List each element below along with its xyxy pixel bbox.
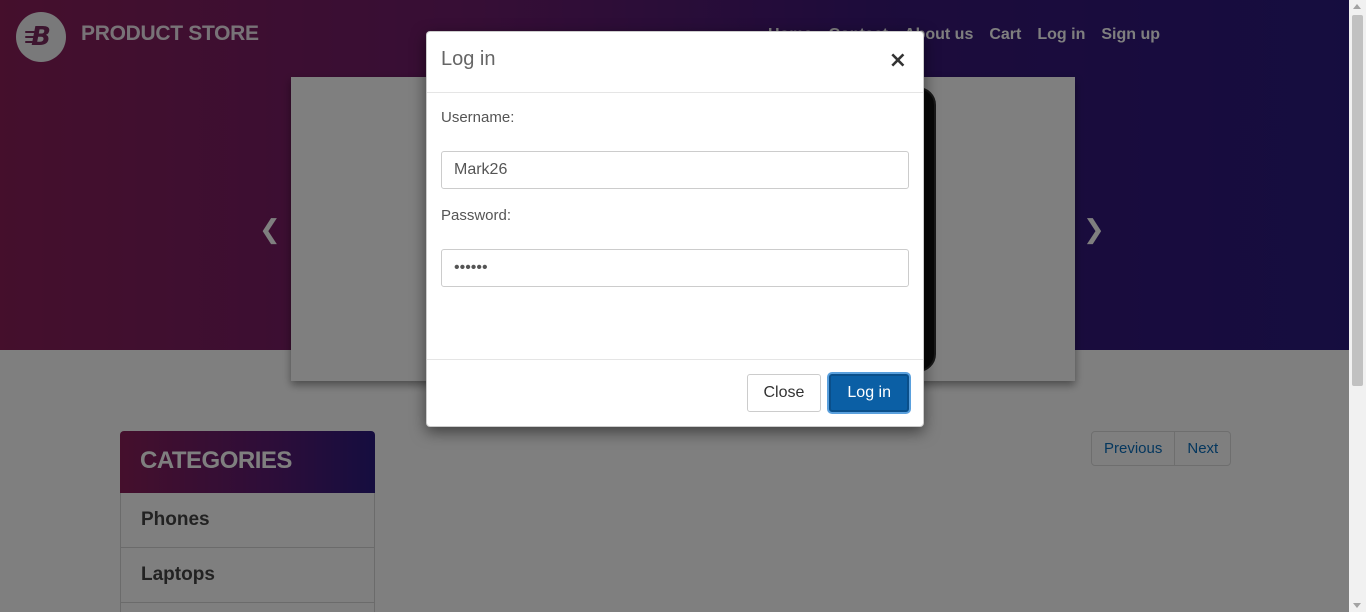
password-input[interactable] [441, 249, 909, 287]
scroll-down-icon[interactable] [1353, 603, 1361, 608]
close-icon[interactable]: × [889, 50, 907, 72]
modal-header: Log in × [427, 32, 923, 93]
username-label: Username: [441, 109, 515, 126]
modal-title: Log in [441, 48, 496, 70]
modal-body: Username: Password: [427, 93, 923, 359]
username-input[interactable] [441, 151, 909, 189]
close-button[interactable]: Close [746, 374, 822, 412]
scrollbar-thumb[interactable] [1352, 15, 1363, 386]
page-scrollbar[interactable] [1349, 0, 1366, 612]
login-modal: Log in × Username: Password: Close Log i… [426, 31, 924, 427]
scroll-up-icon[interactable] [1353, 4, 1361, 9]
password-label: Password: [441, 207, 512, 224]
log-in-button[interactable]: Log in [829, 374, 909, 412]
modal-footer: Close Log in [427, 359, 923, 427]
